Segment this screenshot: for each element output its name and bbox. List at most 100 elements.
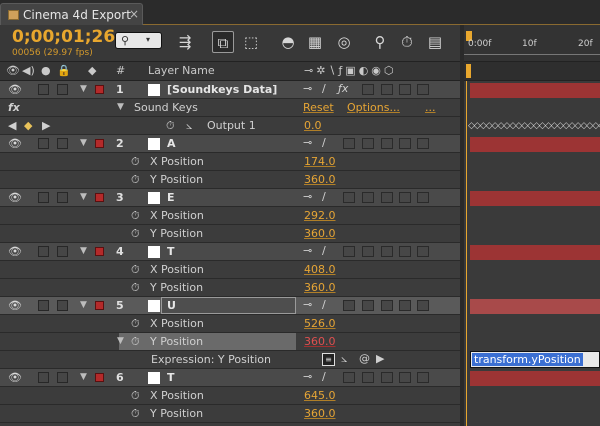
switches-column-icons[interactable]: ⊸✲∖ƒ▣◐◉⬡ <box>304 64 397 77</box>
timeline-graph[interactable]: 0:00f 10f 20f ◇◇◇◇◇◇◇◇◇◇◇◇◇◇◇◇◇◇◇◇◇◇◇◇◇◇… <box>460 25 600 426</box>
switch-box[interactable] <box>362 246 374 257</box>
property-row[interactable]: ⏱ X Position 408.0 <box>0 261 460 279</box>
stopwatch-icon[interactable]: ⏱ <box>131 173 140 187</box>
layer-row[interactable]: 👁 ▼ 4 T ⊸ ∕ <box>0 243 460 261</box>
switch-box[interactable] <box>362 300 374 311</box>
switch-box[interactable] <box>381 138 393 149</box>
reset-link[interactable]: Reset <box>303 101 334 114</box>
solo-toggle[interactable] <box>38 138 49 149</box>
eye-icon[interactable]: 👁 <box>8 137 22 150</box>
switch-box[interactable] <box>362 84 374 95</box>
property-row[interactable]: ⏱ Y Position 360.0 <box>0 225 460 243</box>
layer-name[interactable]: [Soundkeys Data] <box>167 83 277 96</box>
current-timecode[interactable]: 0;00;01;26 <box>12 27 115 47</box>
expression-text[interactable]: transform.yPosition <box>472 353 583 366</box>
switch-box[interactable] <box>399 300 411 311</box>
eye-icon[interactable]: 👁 <box>8 191 22 204</box>
property-value[interactable]: 360.0 <box>304 335 336 348</box>
chevron-down-icon[interactable]: ▼ <box>80 138 87 148</box>
layer-duration-bar[interactable] <box>470 83 600 98</box>
composition-tab[interactable]: Cinema 4d Export × <box>0 3 143 25</box>
layer-name[interactable]: T <box>167 371 175 384</box>
layer-row-selected[interactable]: 👁 ▼ 5 U ⊸ ∕ <box>0 297 460 315</box>
switch-box[interactable] <box>417 372 429 383</box>
solo-toggle[interactable] <box>38 84 49 95</box>
property-value[interactable]: 360.0 <box>304 227 336 240</box>
stopwatch-icon[interactable]: ⏱ <box>131 407 140 421</box>
label-color-swatch[interactable] <box>95 139 104 148</box>
stopwatch-icon[interactable]: ⏱ <box>131 263 140 277</box>
switch-box[interactable] <box>381 192 393 203</box>
eye-column-icon[interactable]: 👁 <box>6 64 20 77</box>
layer-name-field[interactable] <box>161 297 296 314</box>
switch-box[interactable] <box>381 84 393 95</box>
lock-toggle[interactable] <box>57 192 68 203</box>
stopwatch-icon[interactable]: ⏱ <box>131 317 140 331</box>
property-row[interactable]: ◀ ◆ ▶ ⏱ ⦣ Output 1 0.0 <box>0 117 460 135</box>
layer-row[interactable]: 👁 ▼ 2 A ⊸ ∕ <box>0 135 460 153</box>
eye-icon[interactable]: 👁 <box>8 299 22 312</box>
layer-duration-bar[interactable] <box>470 137 600 152</box>
switch-box[interactable] <box>399 138 411 149</box>
quality-switch-icon[interactable]: ∕ <box>322 190 326 203</box>
chevron-down-icon[interactable]: ▼ <box>117 102 124 112</box>
stopwatch-icon[interactable]: ⏱ <box>131 227 140 241</box>
keyframe-track[interactable]: ◇◇◇◇◇◇◇◇◇◇◇◇◇◇◇◇◇◇◇◇◇◇◇◇◇◇◇ <box>468 121 600 135</box>
property-row[interactable]: ⏱ X Position 645.0 <box>0 387 460 405</box>
keyframe-icon[interactable]: ◆ <box>24 119 32 132</box>
shy-switch-icon[interactable]: ⊸ <box>303 190 312 203</box>
solo-toggle[interactable] <box>38 300 49 311</box>
label-color-swatch[interactable] <box>95 301 104 310</box>
property-value[interactable]: 0.0 <box>304 119 322 132</box>
cube-icon[interactable]: ⬚ <box>240 31 262 53</box>
switch-box[interactable] <box>362 138 374 149</box>
solo-column-icon[interactable]: ● <box>41 64 51 77</box>
layer-duration-bar[interactable] <box>470 191 600 206</box>
lock-toggle[interactable] <box>57 372 68 383</box>
property-row[interactable]: ⏱ X Position 174.0 <box>0 153 460 171</box>
switch-box[interactable] <box>381 246 393 257</box>
stopwatch-icon[interactable]: ⏱ <box>131 281 140 295</box>
label-color-swatch[interactable] <box>95 247 104 256</box>
work-area-start-handle[interactable] <box>466 64 471 78</box>
comp-mini-flowchart-icon[interactable]: ⇶ <box>174 31 196 53</box>
layer-name[interactable]: A <box>167 137 176 150</box>
property-value[interactable]: 360.0 <box>304 281 336 294</box>
shy-switch-icon[interactable]: ⊸ <box>303 136 312 149</box>
chevron-down-icon[interactable]: ▼ <box>80 192 87 202</box>
auto-keyframe-icon[interactable]: ⏱ <box>396 31 418 53</box>
property-value[interactable]: 292.0 <box>304 209 336 222</box>
eye-icon[interactable]: 👁 <box>8 83 22 96</box>
fx-switch-icon[interactable]: ƒx <box>338 82 348 95</box>
switch-box[interactable] <box>381 372 393 383</box>
layer-duration-bar[interactable] <box>470 371 600 386</box>
eye-icon[interactable]: 👁 <box>8 371 22 384</box>
draft-3d-icon[interactable]: ⧉ <box>212 31 234 53</box>
layer-name[interactable]: T <box>167 245 175 258</box>
property-value[interactable]: 174.0 <box>304 155 336 168</box>
layer-row[interactable]: 👁 ▼ 3 E ⊸ ∕ <box>0 189 460 207</box>
close-icon[interactable]: × <box>129 7 139 21</box>
label-color-swatch[interactable] <box>95 85 104 94</box>
expression-row[interactable]: Expression: Y Position ≡ ⦣ @ ▶ <box>0 351 460 369</box>
label-color-swatch[interactable] <box>95 193 104 202</box>
lock-toggle[interactable] <box>57 138 68 149</box>
layer-name-column-header[interactable]: Layer Name <box>148 64 215 77</box>
expression-field[interactable]: transform.yPosition <box>470 351 600 368</box>
layer-duration-bar[interactable] <box>470 245 600 260</box>
switch-box[interactable] <box>417 84 429 95</box>
property-row[interactable]: ⏱ X Position 526.0 <box>0 315 460 333</box>
quality-switch-icon[interactable]: ∕ <box>322 298 326 311</box>
enable-expression-icon[interactable]: ≡ <box>322 353 335 366</box>
chevron-down-icon[interactable]: ▼ <box>117 336 124 346</box>
brainstorm-icon[interactable]: ⚲ <box>369 31 391 53</box>
effect-row[interactable]: fx ▼ Sound Keys Reset Options... ... <box>0 99 460 117</box>
property-value[interactable]: 408.0 <box>304 263 336 276</box>
quality-switch-icon[interactable]: ∕ <box>322 82 326 95</box>
shy-layers-icon[interactable]: ◓ <box>277 31 299 53</box>
switch-box[interactable] <box>343 138 355 149</box>
property-row-selected[interactable]: ▼ ⏱ Y Position 360.0 <box>0 333 460 351</box>
frame-blending-icon[interactable]: ▦ <box>304 31 326 53</box>
switch-box[interactable] <box>343 246 355 257</box>
time-ruler[interactable]: 0:00f 10f 20f <box>464 25 600 61</box>
